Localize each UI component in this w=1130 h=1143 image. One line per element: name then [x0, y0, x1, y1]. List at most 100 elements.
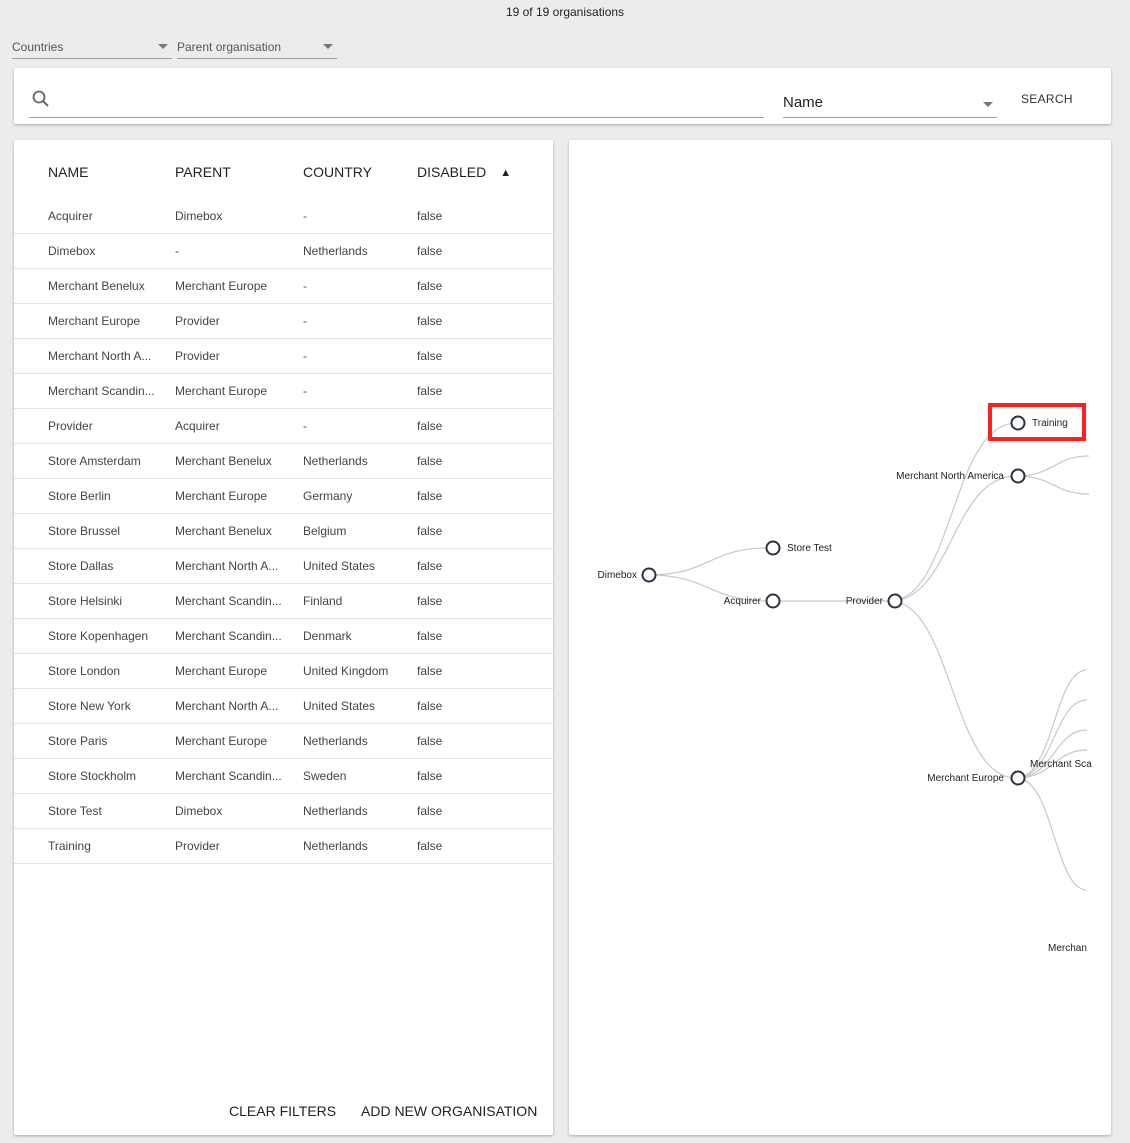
table-row[interactable]: Store Kopenhagen Merchant Scandin... Denma… — [14, 618, 553, 654]
table-row[interactable]: Acquirer Dimebox - false — [14, 199, 553, 234]
column-header-country[interactable]: COUNTRY — [303, 155, 417, 199]
add-new-organisation-button[interactable]: ADD NEW ORGANISATION — [361, 1103, 537, 1119]
cell-country: - — [303, 338, 417, 374]
cell-parent: Merchant North A... — [175, 548, 303, 584]
countries-filter[interactable]: Countries — [12, 38, 172, 59]
chevron-down-icon — [158, 44, 168, 49]
organisation-tree-card: Dimebox Store Test Acquirer Provider Tra… — [569, 140, 1111, 1135]
cell-name: Store Brussel — [14, 513, 175, 549]
cell-name: Store Berlin — [14, 478, 175, 514]
cell-country: United States — [303, 548, 417, 584]
table-row[interactable]: Store Test Dimebox Netherlands false — [14, 793, 553, 829]
cell-name: Store Helsinki — [14, 583, 175, 619]
tree-link — [889, 600, 1017, 779]
cell-parent: Merchant Europe — [175, 373, 303, 409]
tree-label-provider: Provider — [846, 596, 884, 607]
table-row[interactable]: Merchant Scandin... Merchant Europe - false — [14, 373, 553, 409]
table-row[interactable]: Merchant Benelux Merchant Europe - false — [14, 268, 553, 304]
cell-country: Netherlands — [303, 233, 417, 269]
cell-disabled: false — [417, 688, 553, 724]
cell-parent: Acquirer — [175, 408, 303, 444]
table-row[interactable]: Store New York Merchant North A... United … — [14, 688, 553, 724]
tree-link — [1015, 777, 1088, 891]
table-row[interactable]: Store Berlin Merchant Europe Germany false — [14, 478, 553, 514]
chevron-down-icon — [323, 44, 333, 49]
tree-link — [648, 547, 769, 576]
parent-filter-label: Parent organisation — [177, 40, 282, 54]
table-row[interactable]: Store Amsterdam Merchant Benelux Netherlan… — [14, 443, 553, 479]
cell-country: Netherlands — [303, 443, 417, 479]
cell-disabled: false — [417, 268, 553, 304]
cell-name: Store Test — [14, 793, 175, 829]
search-field-value: Name — [783, 94, 824, 111]
tree-node-store-test[interactable] — [765, 540, 781, 556]
tree-node-acquirer[interactable] — [765, 593, 781, 609]
cell-parent: Merchant Europe — [175, 478, 303, 514]
cell-disabled: false — [417, 793, 553, 829]
sort-icon[interactable]: ▲ — [500, 167, 511, 179]
table-row[interactable]: Store Brussel Merchant Benelux Belgium fals… — [14, 513, 553, 549]
cell-parent: Merchant North A... — [175, 688, 303, 724]
table-row[interactable]: Store Paris Merchant Europe Netherlands fal… — [14, 723, 553, 759]
search-icon — [31, 89, 51, 114]
tree-node-provider[interactable] — [887, 593, 903, 609]
tree-link — [889, 422, 1017, 602]
cell-disabled: false — [417, 583, 553, 619]
search-field-select[interactable]: Name — [783, 88, 997, 118]
cell-name: Merchant Europe — [14, 303, 175, 339]
cell-country: Netherlands — [303, 723, 417, 759]
table-row[interactable]: Store Stockholm Merchant Scandin... Sweden… — [14, 758, 553, 794]
cell-parent: Merchant Europe — [175, 268, 303, 304]
tree-link — [1015, 455, 1090, 477]
table-row[interactable]: Merchant Europe Provider - false — [14, 303, 553, 339]
cell-disabled: false — [417, 373, 553, 409]
cell-country: United Kingdom — [303, 653, 417, 689]
cell-parent: Merchant Europe — [175, 723, 303, 759]
cell-parent: Provider — [175, 303, 303, 339]
cell-disabled: false — [417, 199, 553, 234]
search-input[interactable] — [29, 117, 764, 118]
table-row[interactable]: Store Helsinki Merchant Scandin... Finland… — [14, 583, 553, 619]
tree-node-merchant-north-america[interactable] — [1010, 468, 1026, 484]
table-row[interactable]: Provider Acquirer - false — [14, 408, 553, 444]
organisation-tree: Dimebox Store Test Acquirer Provider Tra… — [598, 415, 1092, 954]
chevron-down-icon — [983, 102, 993, 107]
cell-parent: Dimebox — [175, 199, 303, 234]
cell-disabled: false — [417, 513, 553, 549]
cell-country: Germany — [303, 478, 417, 514]
organisations-table: NAME PARENT COUNTRY DISABLED ▲ Acquirer Di… — [14, 155, 553, 864]
cell-name: Store London — [14, 653, 175, 689]
tree-node-dimebox[interactable] — [641, 567, 657, 583]
clear-filters-button[interactable]: CLEAR FILTERS — [229, 1103, 336, 1119]
cell-country: Belgium — [303, 513, 417, 549]
organisations-table-card: NAME PARENT COUNTRY DISABLED ▲ Acquirer Di… — [14, 140, 553, 1135]
tree-label-merchant-europe: Merchant Europe — [927, 773, 1004, 784]
cell-name: Store Kopenhagen — [14, 618, 175, 654]
parent-organisation-filter[interactable]: Parent organisation — [177, 38, 337, 59]
cell-country: - — [303, 268, 417, 304]
tree-label-merchant-north-america: Merchant North America — [896, 471, 1004, 482]
table-row[interactable]: Dimebox - Netherlands false — [14, 233, 553, 269]
column-header-parent[interactable]: PARENT — [175, 155, 303, 199]
tree-link — [1015, 475, 1090, 495]
column-header-name[interactable]: NAME — [14, 155, 175, 199]
table-row[interactable]: Store Dallas Merchant North A... United St… — [14, 548, 553, 584]
table-row[interactable]: Merchant North A... Provider - false — [14, 338, 553, 374]
column-header-disabled[interactable]: DISABLED ▲ — [417, 155, 553, 199]
table-row[interactable]: Training Provider Netherlands false — [14, 828, 553, 864]
search-button[interactable]: SEARCH — [1021, 92, 1073, 106]
table-row[interactable]: Store London Merchant Europe United Kingdo… — [14, 653, 553, 689]
tree-node-merchant-europe[interactable] — [1010, 770, 1026, 786]
cell-country: Finland — [303, 583, 417, 619]
cell-disabled: false — [417, 653, 553, 689]
cell-name: Provider — [14, 408, 175, 444]
cell-name: Acquirer — [14, 199, 175, 234]
table-header-row: NAME PARENT COUNTRY DISABLED ▲ — [14, 155, 553, 199]
cell-name: Store Dallas — [14, 548, 175, 584]
cell-disabled: false — [417, 443, 553, 479]
cell-disabled: false — [417, 303, 553, 339]
cell-disabled: false — [417, 828, 553, 864]
cell-name: Store New York — [14, 688, 175, 724]
cell-disabled: false — [417, 548, 553, 584]
cell-country: Denmark — [303, 618, 417, 654]
